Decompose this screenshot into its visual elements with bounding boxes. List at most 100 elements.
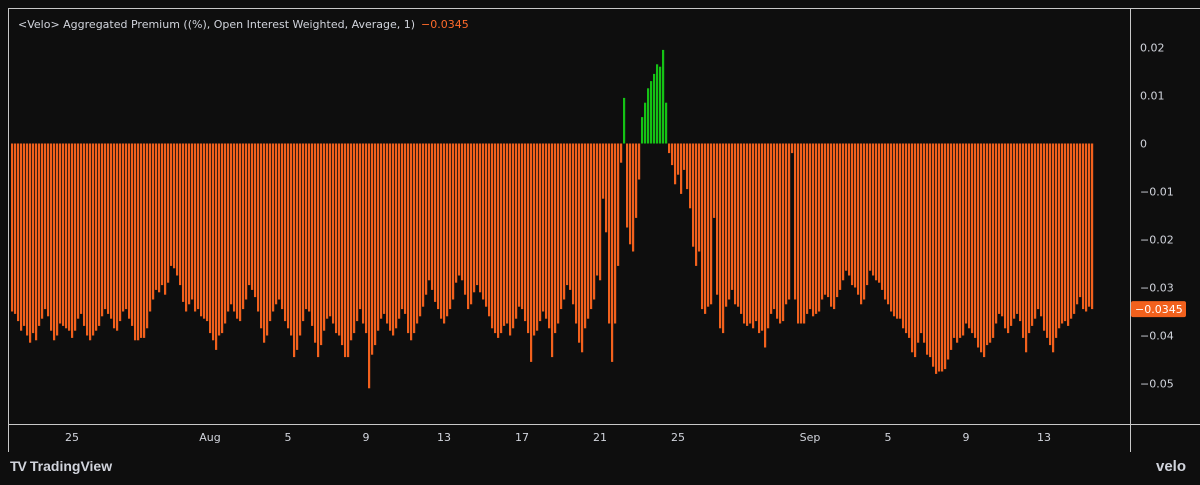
- bar: [41, 143, 44, 319]
- bar: [1034, 143, 1037, 319]
- bar: [521, 143, 524, 310]
- bar: [755, 143, 758, 322]
- bar: [923, 143, 926, 343]
- bar: [1016, 143, 1019, 314]
- bar: [629, 143, 632, 245]
- y-tick-label: 0.02: [1140, 42, 1165, 55]
- bar: [557, 143, 560, 324]
- bar: [368, 143, 371, 389]
- bar: [329, 143, 332, 317]
- bar: [281, 143, 284, 310]
- bar: [968, 143, 971, 329]
- bar: [743, 143, 746, 324]
- bar: [599, 143, 602, 281]
- bar: [1040, 143, 1043, 317]
- bar: [494, 143, 497, 334]
- bar: [479, 143, 482, 293]
- bar: [290, 143, 293, 336]
- bar: [470, 143, 473, 305]
- bar: [500, 143, 503, 334]
- bar: [908, 143, 911, 338]
- bar: [212, 143, 215, 341]
- bar: [482, 143, 485, 300]
- bar: [575, 143, 578, 324]
- bar: [713, 143, 716, 218]
- bar: [809, 143, 812, 310]
- bar: [71, 143, 74, 338]
- bar: [263, 143, 266, 343]
- bar: [1025, 143, 1028, 353]
- bar: [245, 143, 248, 300]
- bar: [344, 143, 347, 358]
- bar: [1013, 143, 1016, 319]
- bar: [608, 143, 611, 324]
- bar: [104, 143, 107, 310]
- bar: [131, 143, 134, 326]
- bar: [794, 143, 797, 300]
- bar: [47, 143, 50, 317]
- bar: [917, 143, 920, 343]
- bar: [455, 143, 458, 283]
- bar: [797, 143, 800, 324]
- bar: [782, 143, 785, 322]
- bar: [866, 143, 869, 286]
- bar: [1082, 143, 1085, 310]
- bar: [719, 143, 722, 329]
- y-tick-label: −0.04: [1140, 330, 1174, 343]
- x-tick-label: Aug: [199, 431, 220, 444]
- bar: [779, 143, 782, 324]
- bar: [389, 143, 392, 331]
- bar: [434, 143, 437, 302]
- bar: [125, 143, 128, 310]
- bar: [209, 143, 212, 334]
- bar: [314, 143, 317, 343]
- y-tick-label: 0.01: [1140, 90, 1165, 103]
- bar: [641, 117, 644, 144]
- bar: [110, 143, 113, 319]
- bar: [20, 143, 23, 331]
- bar: [305, 143, 308, 310]
- bar: [587, 143, 590, 319]
- y-tick-label: 0: [1140, 138, 1147, 151]
- bar: [203, 143, 206, 319]
- bar: [11, 143, 14, 312]
- x-tick-label: 25: [65, 431, 79, 444]
- bar: [542, 143, 545, 312]
- bar: [452, 143, 455, 300]
- x-tick-label: 9: [963, 431, 970, 444]
- bar: [74, 143, 77, 331]
- bar: [446, 143, 449, 317]
- bar: [596, 143, 599, 276]
- bar: [1007, 143, 1010, 334]
- bar: [626, 143, 629, 228]
- bar: [734, 143, 737, 305]
- bar: [602, 143, 605, 199]
- x-tick-label: 9: [363, 431, 370, 444]
- bar: [998, 143, 1001, 314]
- bar: [929, 143, 932, 358]
- bar: [971, 143, 974, 334]
- chart-legend[interactable]: <Velo> Aggregated Premium ((%), Open Int…: [18, 18, 469, 31]
- bar: [167, 143, 170, 283]
- bar: [221, 143, 224, 334]
- velo-logo[interactable]: velo: [1156, 458, 1186, 475]
- tradingview-logo[interactable]: TV TradingView: [10, 458, 112, 474]
- bar: [188, 143, 191, 305]
- bar: [392, 143, 395, 336]
- bar: [383, 143, 386, 314]
- bar: [1058, 143, 1061, 329]
- x-tick-label: 25: [671, 431, 685, 444]
- bar: [413, 143, 416, 334]
- bar: [758, 143, 761, 334]
- bar: [530, 143, 533, 362]
- bar: [341, 143, 344, 346]
- bar: [254, 143, 257, 298]
- bar: [533, 143, 536, 336]
- bar: [122, 143, 125, 312]
- bar: [473, 143, 476, 293]
- bar: [827, 143, 830, 298]
- bar: [449, 143, 452, 310]
- bar: [509, 143, 512, 336]
- bar: [857, 143, 860, 295]
- bar: [716, 143, 719, 295]
